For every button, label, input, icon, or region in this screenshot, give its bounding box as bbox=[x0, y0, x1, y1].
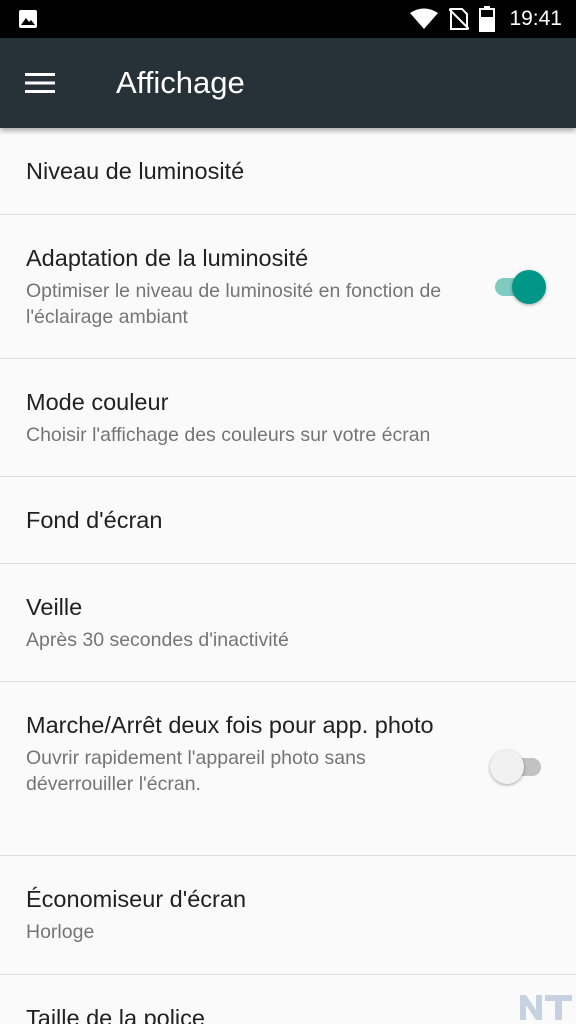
double-press-camera-toggle[interactable] bbox=[490, 747, 546, 787]
page-title: Affichage bbox=[116, 65, 245, 100]
setting-summary: Optimiser le niveau de luminosité en fon… bbox=[26, 280, 442, 328]
app-toolbar: Affichage bbox=[0, 38, 576, 128]
setting-wallpaper[interactable]: Fond d'écran bbox=[0, 477, 576, 564]
setting-brightness-level[interactable]: Niveau de luminosité bbox=[0, 128, 576, 215]
setting-title: Fond d'écran bbox=[26, 507, 163, 533]
hamburger-menu-icon bbox=[25, 73, 55, 93]
status-time: 19:41 bbox=[509, 7, 562, 30]
settings-list: Niveau de luminosité Adaptation de la lu… bbox=[0, 128, 576, 1024]
setting-title: Adaptation de la luminosité bbox=[26, 245, 309, 271]
setting-summary: Après 30 secondes d'inactivité bbox=[26, 629, 289, 651]
setting-summary: Horloge bbox=[26, 921, 95, 943]
setting-title: Économiseur d'écran bbox=[26, 886, 247, 912]
status-bar: 19:41 bbox=[0, 0, 576, 38]
setting-sleep[interactable]: Veille Après 30 secondes d'inactivité bbox=[0, 564, 576, 682]
image-notification-icon bbox=[19, 10, 37, 28]
setting-double-press-camera[interactable]: Marche/Arrêt deux fois pour app. photo O… bbox=[0, 682, 576, 856]
status-icons: 19:41 bbox=[399, 0, 562, 38]
wifi-icon bbox=[410, 8, 439, 29]
menu-button[interactable] bbox=[18, 61, 62, 105]
setting-title: Taille de la police bbox=[26, 1005, 205, 1024]
setting-summary: Choisir l'affichage des couleurs sur vot… bbox=[26, 424, 431, 446]
toggle-thumb bbox=[512, 270, 546, 304]
setting-title: Niveau de luminosité bbox=[26, 158, 245, 184]
toggle-thumb bbox=[490, 750, 524, 784]
nt-logo-icon bbox=[520, 995, 572, 1020]
setting-title: Mode couleur bbox=[26, 389, 169, 415]
battery-icon bbox=[479, 6, 496, 32]
setting-font-size[interactable]: Taille de la police bbox=[0, 975, 576, 1024]
setting-summary: Ouvrir rapidement l'appareil photo sans … bbox=[26, 747, 366, 795]
no-sim-icon bbox=[449, 8, 470, 30]
setting-screensaver[interactable]: Économiseur d'écran Horloge bbox=[0, 856, 576, 975]
setting-title: Marche/Arrêt deux fois pour app. photo bbox=[26, 712, 434, 738]
screen: 19:41 Affichage Niveau de luminosité Ada… bbox=[0, 0, 576, 1024]
setting-title: Veille bbox=[26, 594, 83, 620]
setting-color-mode[interactable]: Mode couleur Choisir l'affichage des cou… bbox=[0, 359, 576, 477]
adaptive-brightness-toggle[interactable] bbox=[490, 267, 546, 307]
setting-adaptive-brightness[interactable]: Adaptation de la luminosité Optimiser le… bbox=[0, 215, 576, 359]
